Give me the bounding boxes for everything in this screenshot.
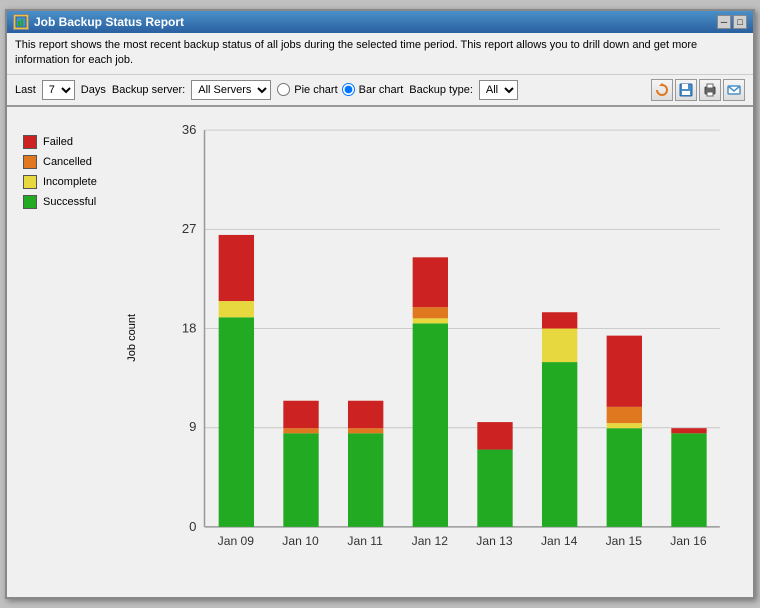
restore-button[interactable]: □ [733,15,747,29]
bar-jan12[interactable]: Jan 12 [412,257,449,548]
bar-jan09[interactable]: Jan 09 [218,235,255,548]
bar-jan11[interactable]: Jan 11 [347,401,383,548]
y-axis-label: Job count [126,314,138,362]
window-icon [13,14,29,30]
legend-failed: Failed [23,135,73,149]
backup-type-label: Backup type: [409,84,473,96]
failed-color [23,135,37,149]
chart-type-group: Pie chart Bar chart [277,83,403,96]
main-window: Job Backup Status Report ─ □ This report… [5,9,755,599]
svg-text:36: 36 [182,122,197,137]
chart-svg: 36 27 18 9 0 [154,120,740,568]
title-bar: Job Backup Status Report ─ □ [7,11,753,33]
refresh-button[interactable] [651,79,673,101]
days-label: Days [81,84,106,96]
successful-color [23,195,37,209]
title-controls: ─ □ [717,15,747,29]
report-description: This report shows the most recent backup… [7,33,753,75]
legend-cancelled: Cancelled [23,155,92,169]
save-button[interactable] [675,79,697,101]
chart-inner: Job count 36 27 18 9 [154,120,740,568]
svg-text:Jan 11: Jan 11 [347,534,383,548]
cancelled-label: Cancelled [43,156,92,168]
svg-text:Jan 14: Jan 14 [541,534,578,548]
bar-chart-radio[interactable] [342,83,355,96]
bar-jan14[interactable]: Jan 14 [541,312,578,548]
svg-text:9: 9 [189,419,196,434]
svg-text:Jan 09: Jan 09 [218,534,255,548]
bar-jan13[interactable]: Jan 13 [476,422,513,548]
pie-chart-radio[interactable] [277,83,290,96]
server-label: Backup server: [112,84,185,96]
cancelled-color [23,155,37,169]
email-button[interactable] [723,79,745,101]
legend: Failed Cancelled Incomplete Successful [15,115,115,598]
svg-text:Jan 10: Jan 10 [282,534,319,548]
incomplete-label: Incomplete [43,176,97,188]
legend-incomplete: Incomplete [23,175,97,189]
backup-type-select[interactable]: All [479,80,518,100]
incomplete-color [23,175,37,189]
failed-label: Failed [43,136,73,148]
svg-text:Jan 12: Jan 12 [412,534,449,548]
print-button[interactable] [699,79,721,101]
bar-jan16[interactable]: Jan 16 [670,428,707,548]
svg-text:Jan 16: Jan 16 [670,534,707,548]
svg-text:Jan 13: Jan 13 [476,534,513,548]
legend-successful: Successful [23,195,96,209]
last-label: Last [15,84,36,96]
svg-text:0: 0 [189,519,196,534]
chart-area: Failed Cancelled Incomplete Successful J… [7,107,753,606]
bar-jan10[interactable]: Jan 10 [282,401,319,548]
pie-chart-label[interactable]: Pie chart [294,84,337,96]
window-title: Job Backup Status Report [34,15,184,29]
minimize-button[interactable]: ─ [717,15,731,29]
toolbar-right [651,79,745,101]
svg-text:Jan 15: Jan 15 [606,534,643,548]
server-select[interactable]: All Servers [191,80,271,100]
svg-text:18: 18 [182,320,197,335]
bar-chart-label[interactable]: Bar chart [359,84,404,96]
chart-container: Job count 36 27 18 9 [119,115,745,598]
days-select[interactable]: 7 [42,80,75,100]
svg-text:27: 27 [182,221,197,236]
successful-label: Successful [43,196,96,208]
toolbar: Last 7 Days Backup server: All Servers P… [7,75,753,107]
bar-jan15[interactable]: Jan 15 [606,335,643,548]
title-bar-left: Job Backup Status Report [13,14,184,30]
